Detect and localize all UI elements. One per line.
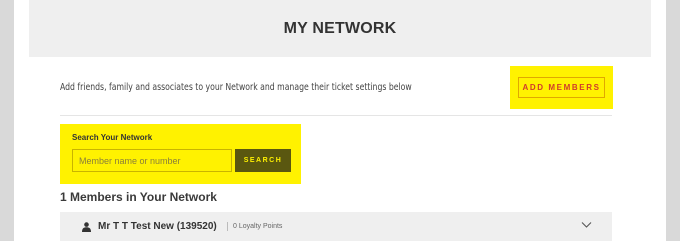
chevron-down-icon[interactable] <box>581 221 592 229</box>
network-page: MY NETWORK Add friends, family and assoc… <box>14 0 666 241</box>
divider <box>60 115 612 116</box>
search-input[interactable] <box>72 149 232 172</box>
page-title: MY NETWORK <box>283 20 397 37</box>
add-members-highlight: ADD MEMBERS <box>510 66 613 109</box>
person-icon <box>82 222 91 232</box>
intro-text: Add friends, family and associates to yo… <box>60 82 412 93</box>
search-label: Search Your Network <box>72 133 153 142</box>
member-loyalty-points: 0 Loyalty Points <box>233 223 283 230</box>
member-name: Mr T T Test New (139520) <box>98 221 217 232</box>
members-count: 1 Members in Your Network <box>60 190 217 204</box>
separator <box>227 222 228 231</box>
member-row[interactable]: Mr T T Test New (139520) 0 Loyalty Point… <box>60 212 612 241</box>
add-members-button[interactable]: ADD MEMBERS <box>518 77 605 98</box>
search-button[interactable]: SEARCH <box>235 149 291 172</box>
page-header: MY NETWORK <box>29 0 651 57</box>
search-panel: Search Your Network SEARCH <box>60 124 301 184</box>
